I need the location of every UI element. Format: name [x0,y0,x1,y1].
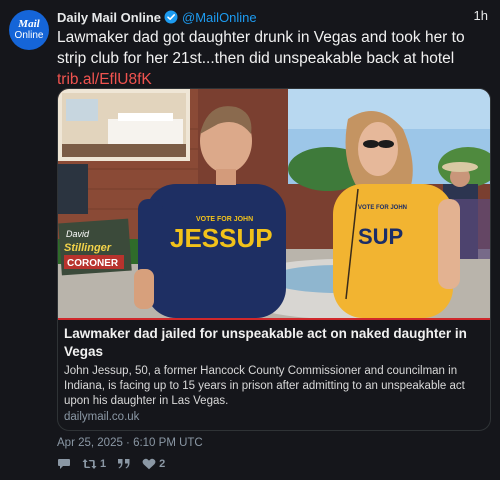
retweet-count: 1 [100,458,107,470]
tweet-header: Daily Mail Online @MailOnline [57,8,257,26]
avatar-text-line2: Online [14,30,44,41]
like-button[interactable]: 2 [142,458,165,470]
heart-icon [142,458,156,470]
image-sign-line2: Stillinger [64,242,112,254]
card-image: David Stillinger CORONER VOTE FOR JOHN J… [58,89,490,318]
card-domain: dailymail.co.uk [64,411,140,423]
image-shirt1-main: JESSUP [170,223,273,253]
quote-button[interactable] [117,458,131,470]
image-sign-line3: CORONER [67,258,119,269]
card-description: John Jessup, 50, a former Hancock County… [64,365,465,407]
tweet-text: Lawmaker dad got daughter drunk in Vegas… [57,27,489,90]
tweet-timestamp[interactable]: Apr 25, 2025 · 6:10 PM UTC [57,437,203,449]
verified-badge-icon [164,10,178,24]
account-handle[interactable]: @MailOnline [182,10,257,25]
action-bar: 1 2 [57,458,176,470]
tweet-time[interactable]: 1h [474,8,488,23]
tweet-body: Lawmaker dad got daughter drunk in Vegas… [57,29,465,67]
avatar-text-line1: Mail [18,18,40,30]
card-accent-bar [58,318,490,320]
card-title[interactable]: Lawmaker dad jailed for unspeakable act … [64,325,484,361]
image-shirt2-top: VOTE FOR JOHN [358,205,407,211]
quote-icon [117,458,131,470]
image-sign-line1: David [66,229,90,239]
image-shirt2-main: SUP [358,224,403,249]
tweet-link[interactable]: trib.al/EflU8fK [57,71,152,88]
reply-icon [57,458,71,470]
avatar[interactable]: Mail Online [9,10,49,50]
retweet-icon [82,458,97,470]
account-name[interactable]: Daily Mail Online [57,10,161,25]
reply-button[interactable] [57,458,71,470]
retweet-button[interactable]: 1 [82,458,106,470]
link-card[interactable]: David Stillinger CORONER VOTE FOR JOHN J… [57,88,491,431]
image-shirt1-top: VOTE FOR JOHN [196,216,253,223]
like-count: 2 [159,458,166,470]
tweet[interactable]: Mail Online Daily Mail Online @MailOnlin… [0,0,500,480]
